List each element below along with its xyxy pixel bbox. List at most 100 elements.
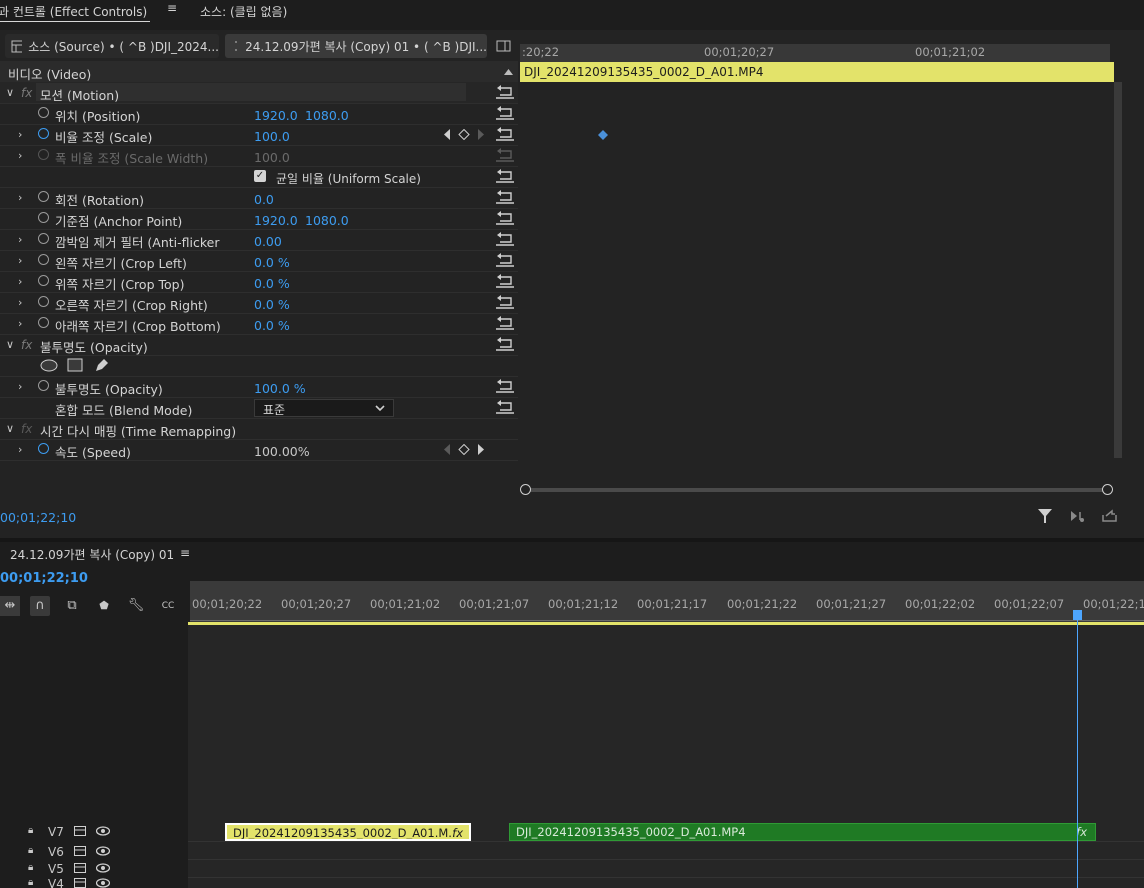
sync-lock-icon[interactable] — [74, 846, 86, 856]
crop-bottom-value[interactable]: 0.0 % — [254, 318, 290, 333]
ec-clip-bar[interactable]: DJI_20241209135435_0002_D_A01.MP4 — [520, 62, 1114, 82]
ec-keyframe-area[interactable] — [520, 82, 1114, 460]
reset-icon[interactable] — [496, 211, 514, 225]
ec-time-ruler[interactable]: :20;22 00;01;20;27 00;01;21;02 — [520, 44, 1110, 62]
reset-icon[interactable] — [496, 295, 514, 309]
sequence-timecode[interactable]: 00;01;22;10 — [0, 571, 88, 586]
source-clip-tab[interactable]: 소스 (Source) • ( ^B )DJI_2024... — [5, 34, 219, 58]
chevron-down-icon[interactable]: ∨ — [6, 422, 14, 435]
reset-icon[interactable] — [496, 379, 514, 393]
sync-lock-icon[interactable] — [74, 826, 86, 836]
crop-top-value[interactable]: 0.0 % — [254, 276, 290, 291]
stopwatch-icon[interactable] — [38, 443, 49, 454]
chevron-right-icon[interactable]: › — [18, 296, 22, 309]
play-audio-icon[interactable] — [1070, 510, 1085, 522]
chevron-right-icon[interactable]: › — [18, 191, 22, 204]
eye-icon[interactable] — [96, 846, 110, 856]
effect-opacity[interactable]: ∨ fx 불투명도 (Opacity) — [0, 334, 518, 356]
chevron-right-icon[interactable]: › — [18, 254, 22, 267]
stopwatch-icon[interactable] — [38, 107, 49, 118]
stopwatch-icon[interactable] — [38, 275, 49, 286]
reset-icon[interactable] — [496, 232, 514, 246]
timeline-clip[interactable]: DJI_20241209135435_0002_D_A01.MP4 fx — [509, 823, 1096, 841]
ec-timecode[interactable]: 00;01;22;10 — [0, 510, 76, 525]
pen-mask-icon[interactable] — [94, 357, 110, 373]
anchor-x-value[interactable]: 1920.0 — [254, 213, 298, 228]
sync-lock-icon[interactable] — [74, 878, 86, 888]
export-icon[interactable] — [1102, 509, 1117, 522]
stopwatch-icon[interactable] — [38, 212, 49, 223]
fx-icon[interactable]: fx — [21, 338, 32, 352]
ec-vertical-scrollbar[interactable] — [1114, 82, 1122, 458]
stopwatch-icon[interactable] — [38, 296, 49, 307]
eye-icon[interactable] — [96, 878, 110, 888]
panel-menu-icon[interactable]: ≡ — [167, 1, 177, 15]
reset-icon[interactable] — [496, 274, 514, 288]
blend-mode-select[interactable]: 표준 — [254, 399, 394, 417]
ec-horizontal-scrollbar[interactable] — [524, 488, 1110, 492]
stopwatch-icon[interactable] — [38, 191, 49, 202]
chevron-right-icon[interactable]: › — [18, 380, 22, 393]
rotation-value[interactable]: 0.0 — [254, 192, 274, 207]
sequence-menu-icon[interactable]: ≡ — [180, 546, 190, 560]
tab-effect-controls[interactable]: 과 컨트롤 (Effect Controls) — [0, 3, 147, 20]
anchor-y-value[interactable]: 1080.0 — [305, 213, 349, 228]
chevron-right-icon[interactable]: › — [18, 317, 22, 330]
stopwatch-icon[interactable] — [38, 254, 49, 265]
reset-icon[interactable] — [496, 337, 514, 351]
tab-source[interactable]: 소스: (클립 없음) — [200, 3, 287, 20]
scroll-handle-right[interactable] — [1102, 484, 1113, 495]
position-y-value[interactable]: 1080.0 — [305, 108, 349, 123]
speed-value[interactable]: 100.00% — [254, 444, 310, 459]
reset-icon[interactable] — [496, 400, 514, 414]
snap-magnet-icon[interactable]: ∩ — [30, 596, 50, 616]
scale-value[interactable]: 100.0 — [254, 129, 290, 144]
wrench-settings-icon[interactable]: 🔧︎ — [126, 596, 146, 616]
toggle-timeline-icon[interactable] — [496, 40, 511, 52]
stopwatch-icon[interactable] — [38, 380, 49, 391]
effect-time-remapping[interactable]: ∨ fx 시간 다시 매핑 (Time Remapping) — [0, 418, 518, 440]
sequence-clip-tab[interactable]: 24.12.09가편 복사 (Copy) 01 • ( ^B )DJI... — [225, 34, 487, 58]
stopwatch-icon[interactable] — [38, 317, 49, 328]
keyframe-marker[interactable] — [598, 130, 608, 140]
chevron-right-icon[interactable]: › — [18, 233, 22, 246]
keyframe-nav[interactable] — [444, 444, 486, 455]
stopwatch-icon[interactable] — [38, 128, 49, 139]
reset-icon[interactable] — [496, 127, 514, 141]
reset-icon[interactable] — [496, 316, 514, 330]
reset-icon[interactable] — [496, 190, 514, 204]
add-marker-icon[interactable]: ⬟ — [94, 596, 114, 616]
chevron-down-icon[interactable]: ∨ — [6, 86, 14, 99]
chevron-right-icon[interactable]: › — [18, 443, 22, 456]
keyframe-nav[interactable] — [444, 129, 486, 140]
track-area[interactable] — [188, 625, 1144, 888]
insert-nest-icon[interactable]: ⇹ — [0, 596, 20, 616]
lock-icon[interactable]: 🔒︎ — [28, 862, 33, 873]
eye-icon[interactable] — [96, 826, 110, 836]
scroll-handle-left[interactable] — [520, 484, 531, 495]
position-x-value[interactable]: 1920.0 — [254, 108, 298, 123]
stopwatch-icon[interactable] — [38, 233, 49, 244]
crop-right-value[interactable]: 0.0 % — [254, 297, 290, 312]
crop-left-value[interactable]: 0.0 % — [254, 255, 290, 270]
reset-icon[interactable] — [496, 106, 514, 120]
effect-motion[interactable]: ∨ fx 모션 (Motion) — [0, 82, 518, 104]
ellipse-mask-icon[interactable] — [40, 359, 58, 372]
reset-icon[interactable] — [496, 85, 514, 99]
chevron-right-icon[interactable]: › — [18, 275, 22, 288]
opacity-value[interactable]: 100.0 % — [254, 381, 306, 396]
lock-icon[interactable]: 🔒︎ — [28, 877, 33, 888]
reset-icon[interactable] — [496, 253, 514, 267]
chevron-right-icon[interactable]: › — [18, 128, 22, 141]
uniform-scale-checkbox[interactable]: ✓ — [254, 170, 266, 182]
lock-icon[interactable]: 🔒︎ — [28, 825, 33, 836]
anti-flicker-value[interactable]: 0.00 — [254, 234, 282, 249]
timeline-ruler[interactable]: 00;01;20;22 00;01;20;27 00;01;21;02 00;0… — [190, 581, 1144, 623]
timeline-clip-selected[interactable]: DJI_20241209135435_0002_D_A01.M... fx — [225, 823, 471, 841]
filter-icon[interactable] — [1038, 509, 1052, 523]
playhead-line[interactable] — [1077, 612, 1078, 888]
fx-icon[interactable]: fx — [21, 86, 32, 100]
eye-icon[interactable] — [96, 863, 110, 873]
sync-lock-icon[interactable] — [74, 863, 86, 873]
lock-icon[interactable]: 🔒︎ — [28, 845, 33, 856]
